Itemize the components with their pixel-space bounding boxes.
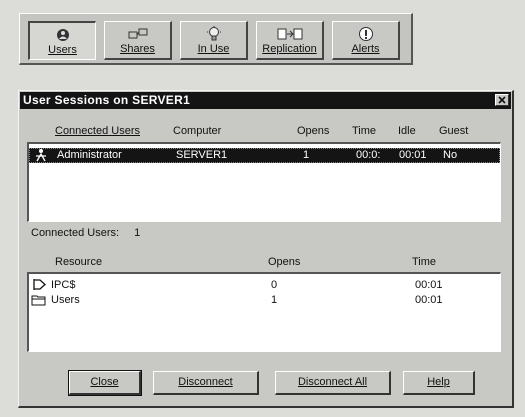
header-connected-users: Connected Users [55,125,140,137]
resources-list[interactable]: IPC$ 0 00:01 Users 1 00:01 [27,272,501,352]
replication-button[interactable]: Replication [256,21,324,60]
resource-opens: 1 [271,294,278,306]
disconnect-button[interactable]: Disconnect [153,371,259,395]
dialog-titlebar: User Sessions on SERVER1 [20,92,511,109]
disconnect-all-button[interactable]: Disconnect All [275,371,391,395]
in-use-button[interactable]: In Use [180,21,248,60]
alerts-button[interactable]: Alerts [332,21,400,60]
connected-users-list[interactable]: Administrator SERVER1 1 00:0: 00:01 No [27,142,501,222]
connected-users-count: Connected Users: 1 [31,227,140,239]
header-resource: Resource [55,256,103,268]
resource-name: Users [51,294,80,306]
server-manager-toolbar: Users Shares In Use Replication Alerts [19,13,413,65]
resource-time: 00:01 [415,279,443,291]
shares-icon [128,28,147,39]
user-computer: SERVER1 [176,149,228,161]
shares-button[interactable]: Shares [104,21,172,60]
in-use-icon [206,26,221,41]
user-opens: 1 [303,149,310,161]
connected-count-label: Connected Users: [31,227,120,239]
folder-icon [31,294,47,309]
resource-row[interactable]: Users 1 00:01 [29,293,500,308]
pipe-icon [33,278,47,294]
replication-button-label: Replication [262,43,317,55]
header-resource-time: Time [412,256,437,268]
close-button[interactable]: Close [68,370,142,396]
user-idle: 00:01 [399,149,427,161]
resource-time: 00:01 [415,294,443,306]
close-window-button[interactable] [495,94,509,106]
users-button[interactable]: Users [28,21,96,60]
close-icon [498,96,506,104]
user-guest: No [443,149,458,161]
dialog-title: User Sessions on SERVER1 [23,93,191,107]
user-icon [35,148,47,165]
user-name: Administrator [57,149,122,161]
resource-opens: 0 [271,279,278,291]
connected-count-value: 1 [134,227,141,239]
help-button[interactable]: Help [403,371,475,395]
header-time: Time [352,125,377,137]
alerts-icon [358,27,373,41]
users-button-label: Users [48,44,77,56]
resource-name: IPC$ [51,279,76,291]
header-idle: Idle [398,125,416,137]
user-sessions-dialog: User Sessions on SERVER1 Connected Users… [18,90,514,408]
in-use-button-label: In Use [197,43,230,55]
header-guest: Guest [439,125,469,137]
replication-icon [277,28,302,40]
shares-button-label: Shares [120,43,155,55]
resource-row[interactable]: IPC$ 0 00:01 [29,278,500,293]
alerts-button-label: Alerts [351,43,380,55]
users-icon [56,29,69,41]
user-row[interactable]: Administrator SERVER1 1 00:0: 00:01 No [29,148,500,163]
user-time: 00:0: [356,149,381,161]
header-resource-opens: Opens [268,256,301,268]
header-opens: Opens [297,125,330,137]
header-computer: Computer [173,125,222,137]
